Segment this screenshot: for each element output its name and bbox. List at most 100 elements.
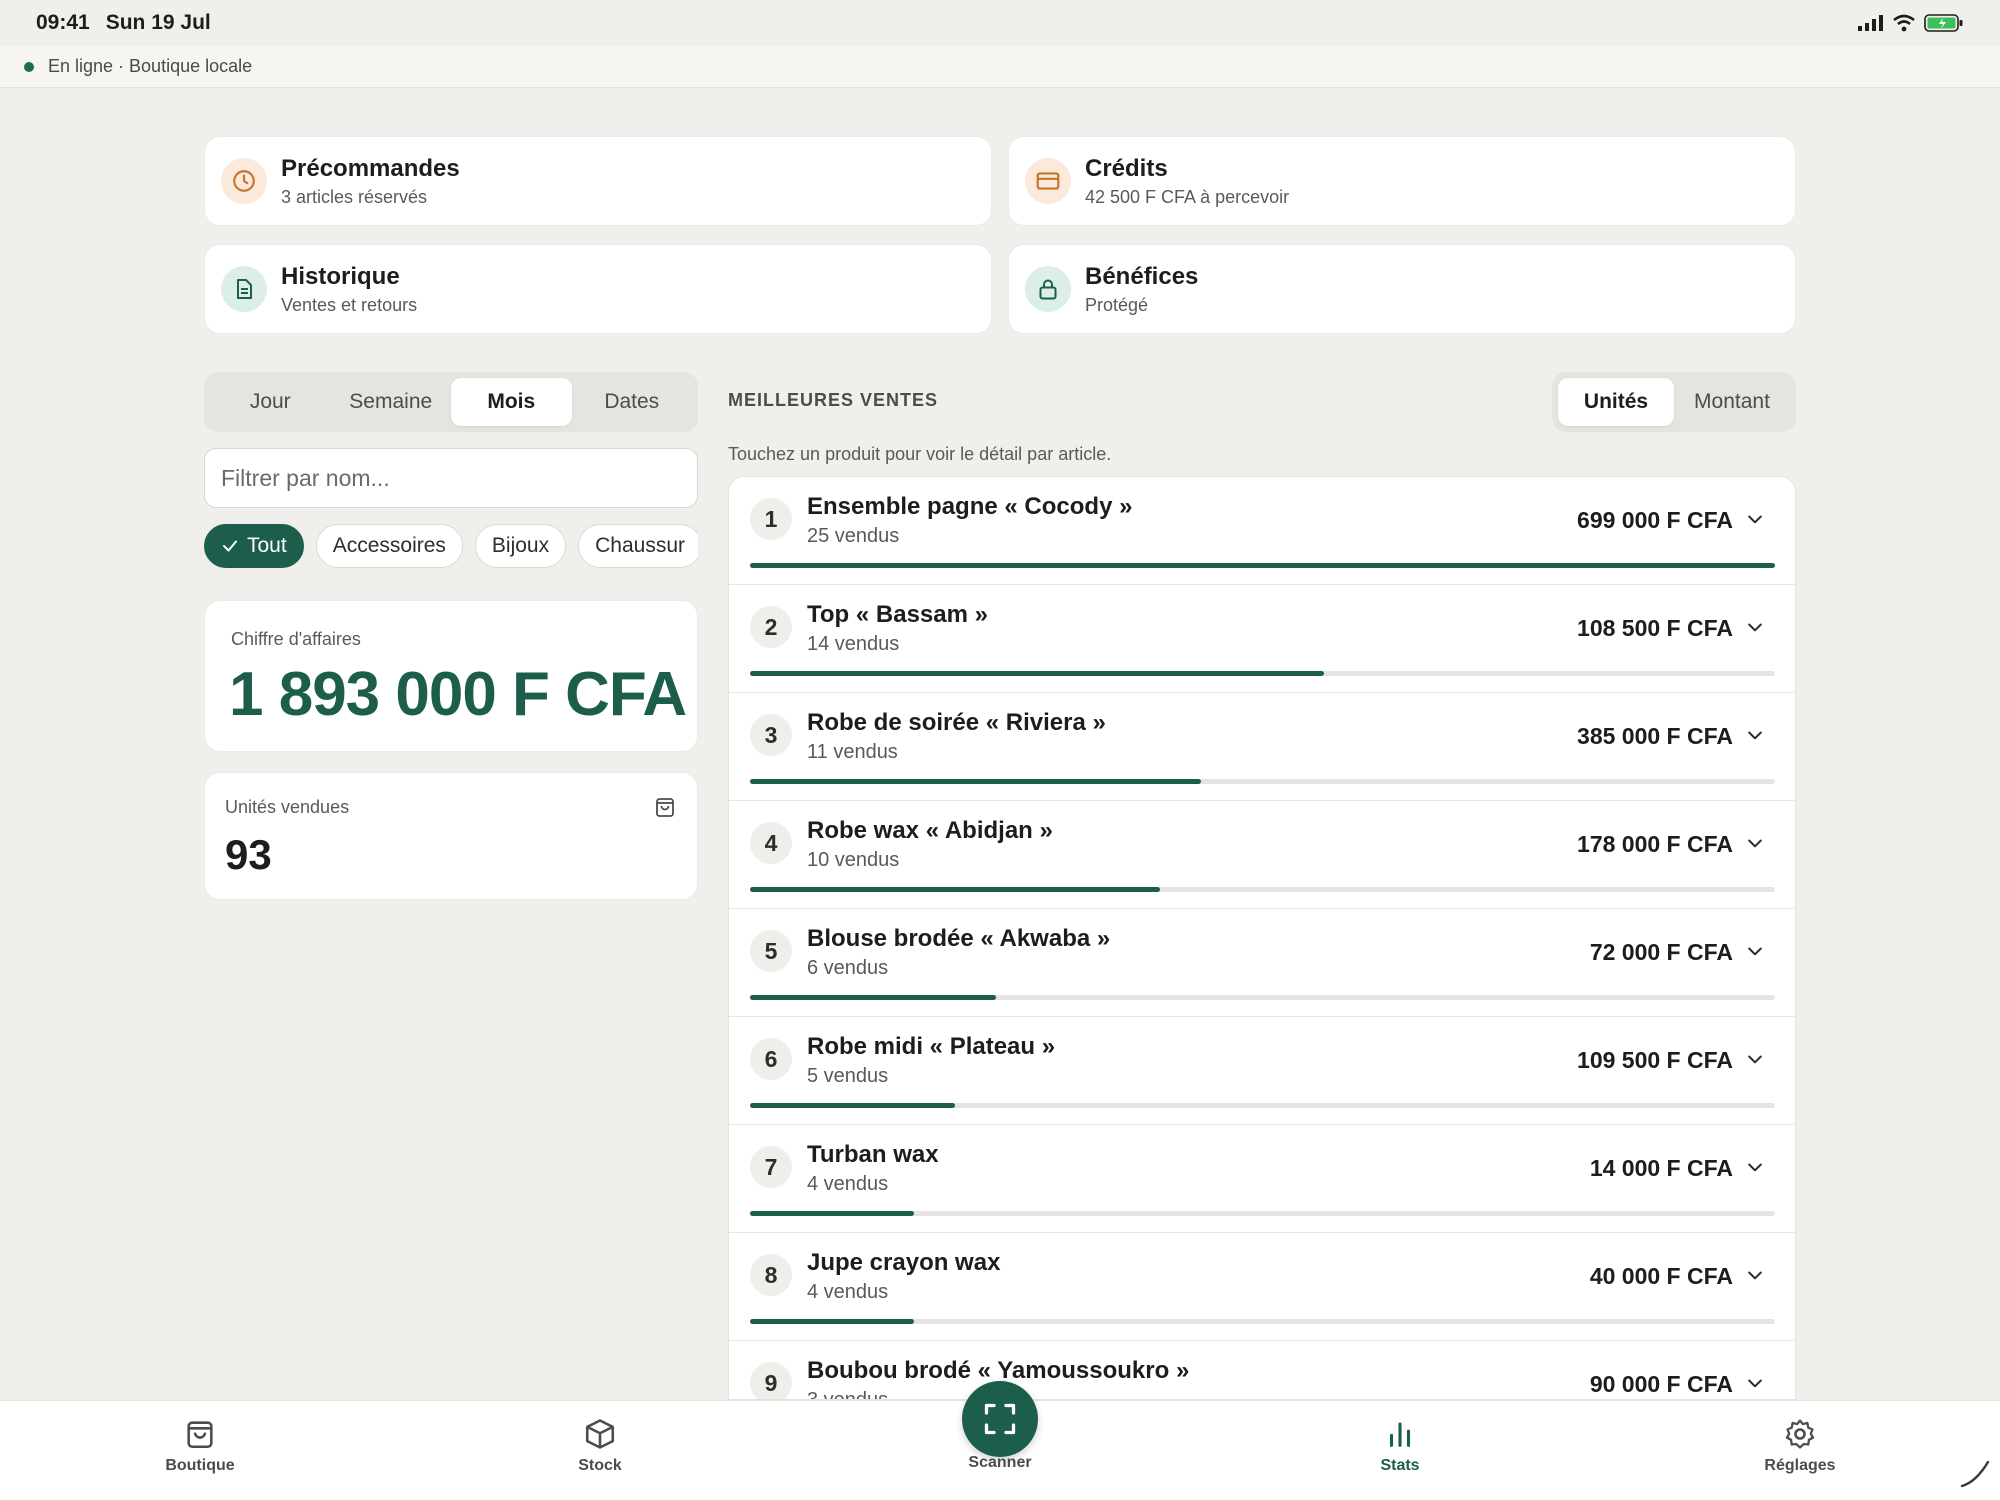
chevron-down-icon[interactable] [1745,617,1765,637]
product-sold: 14 vendus [807,633,900,655]
product-amount: 108 500 F CFA [1577,615,1733,641]
connection-text: En ligne · Boutique locale [48,56,253,76]
product-amount: 14 000 F CFA [1589,1155,1733,1181]
share-bar [750,563,1775,568]
card-historique[interactable]: Historique Ventes et retours [204,244,992,334]
product-amount: 72 000 F CFA [1589,939,1733,965]
product-amount: 109 500 F CFA [1577,1047,1733,1073]
document-icon [221,266,267,312]
units-value: 93 [225,831,272,878]
scanner-button[interactable] [962,1381,1038,1457]
card-credits[interactable]: Crédits 42 500 F CFA à percevoir [1008,136,1796,226]
revenue-label: Chiffre d'affaires [231,629,361,649]
mode-unites[interactable]: Unités [1558,378,1674,426]
units-label: Unités vendues [225,797,350,817]
bag-icon [187,1421,213,1449]
period-mois[interactable]: Mois [451,378,572,426]
gear-icon [1785,1419,1815,1449]
product-amount: 699 000 F CFA [1577,507,1733,533]
product-row[interactable]: 3 Robe de soirée « Riviera » 11 vendus 3… [729,693,1795,801]
card-title: Bénéfices [1085,262,1199,290]
chevron-down-icon[interactable] [1745,509,1765,529]
chevron-down-icon[interactable] [1745,941,1765,961]
product-sold: 6 vendus [807,957,889,979]
card-title: Précommandes [281,154,460,182]
connection-bar: En ligne · Boutique locale [0,46,2000,88]
product-name: Blouse brodée « Akwaba » [807,925,1111,952]
product-row[interactable]: 1 Ensemble pagne « Cocody » 25 vendus 69… [729,477,1795,585]
scanner-label: Scanner [968,1454,1032,1471]
product-row[interactable]: 5 Blouse brodée « Akwaba » 6 vendus 72 0… [729,909,1795,1017]
product-sold: 25 vendus [807,525,900,547]
best-sellers-list: 1 Ensemble pagne « Cocody » 25 vendus 69… [728,476,1796,1400]
chevron-down-icon[interactable] [1745,833,1765,853]
scan-icon [984,1403,1016,1435]
product-name: Ensemble pagne « Cocody » [807,493,1133,520]
chevron-down-icon[interactable] [1745,1265,1765,1285]
chevron-down-icon[interactable] [1745,1373,1765,1393]
product-sold: 11 vendus [807,741,898,763]
tab-stock[interactable]: Stock [500,1417,700,1475]
bag-icon [656,798,674,817]
tab-label: Stock [578,1457,622,1474]
share-bar-fill [750,779,1201,784]
product-name: Top « Bassam » [807,601,988,628]
box-icon [585,1419,615,1449]
product-amount: 385 000 F CFA [1577,723,1733,749]
rank-badge: 4 [750,822,792,864]
product-name: Jupe crayon wax [807,1249,1001,1276]
product-sold: 4 vendus [807,1173,889,1195]
chip-tout[interactable]: Tout [204,524,304,568]
status-time: 09:41 [36,11,90,34]
share-bar-fill [750,563,1775,568]
chevron-down-icon[interactable] [1745,1157,1765,1177]
share-bar-fill [750,1211,914,1216]
share-bar-fill [750,887,1160,892]
card-precommandes[interactable]: Précommandes 3 articles réservés [204,136,992,226]
share-bar-fill [750,1319,914,1324]
product-sold: 3 vendus [807,1389,889,1400]
filter-input[interactable] [204,448,698,508]
share-bar [750,671,1775,676]
tab-label: Boutique [165,1457,235,1474]
product-row[interactable]: 9 Boubou brodé « Yamoussoukro » 3 vendus… [729,1341,1795,1400]
share-bar [750,1319,1775,1324]
card-subtitle: Ventes et retours [281,294,418,315]
product-sold: 4 vendus [807,1281,889,1303]
product-row[interactable]: 7 Turban wax 4 vendus 14 000 F CFA [729,1125,1795,1233]
product-name: Robe de soirée « Riviera » [807,709,1106,736]
chip-label: Accessoires [332,534,446,557]
lock-icon [1025,266,1071,312]
status-icons [1858,13,1964,33]
card-subtitle: 42 500 F CFA à percevoir [1085,186,1290,207]
period-semaine[interactable]: Semaine [331,378,452,426]
share-bar [750,1211,1775,1216]
card-title: Historique [281,262,400,290]
share-bar [750,995,1775,1000]
tab-reglages[interactable]: Réglages [1700,1417,1900,1475]
chip-accessoires[interactable]: Accessoires [315,524,463,568]
product-sold: 10 vendus [807,849,900,871]
share-bar [750,779,1775,784]
card-benefices[interactable]: Bénéfices Protégé [1008,244,1796,334]
chip-chaussures[interactable]: Chaussur [578,524,698,568]
chevron-down-icon[interactable] [1745,1049,1765,1069]
period-dates[interactable]: Dates [572,378,693,426]
chevron-down-icon[interactable] [1745,725,1765,745]
rank-badge: 6 [750,1038,792,1080]
share-bar [750,1103,1775,1108]
mode-montant[interactable]: Montant [1674,378,1790,426]
tab-label: Stats [1380,1457,1420,1474]
product-row[interactable]: 2 Top « Bassam » 14 vendus 108 500 F CFA [729,585,1795,693]
tab-stats[interactable]: Stats [1300,1417,1500,1475]
period-jour[interactable]: Jour [210,378,331,426]
chip-bijoux[interactable]: Bijoux [474,524,567,568]
chip-label: Chaussur [595,534,685,557]
product-row[interactable]: 8 Jupe crayon wax 4 vendus 40 000 F CFA [729,1233,1795,1341]
product-row[interactable]: 4 Robe wax « Abidjan » 10 vendus 178 000… [729,801,1795,909]
share-bar-fill [750,1103,955,1108]
pencil-indicator-icon [1960,1460,1990,1488]
product-amount: 40 000 F CFA [1589,1263,1733,1289]
product-row[interactable]: 6 Robe midi « Plateau » 5 vendus 109 500… [729,1017,1795,1125]
tab-boutique[interactable]: Boutique [100,1417,300,1475]
